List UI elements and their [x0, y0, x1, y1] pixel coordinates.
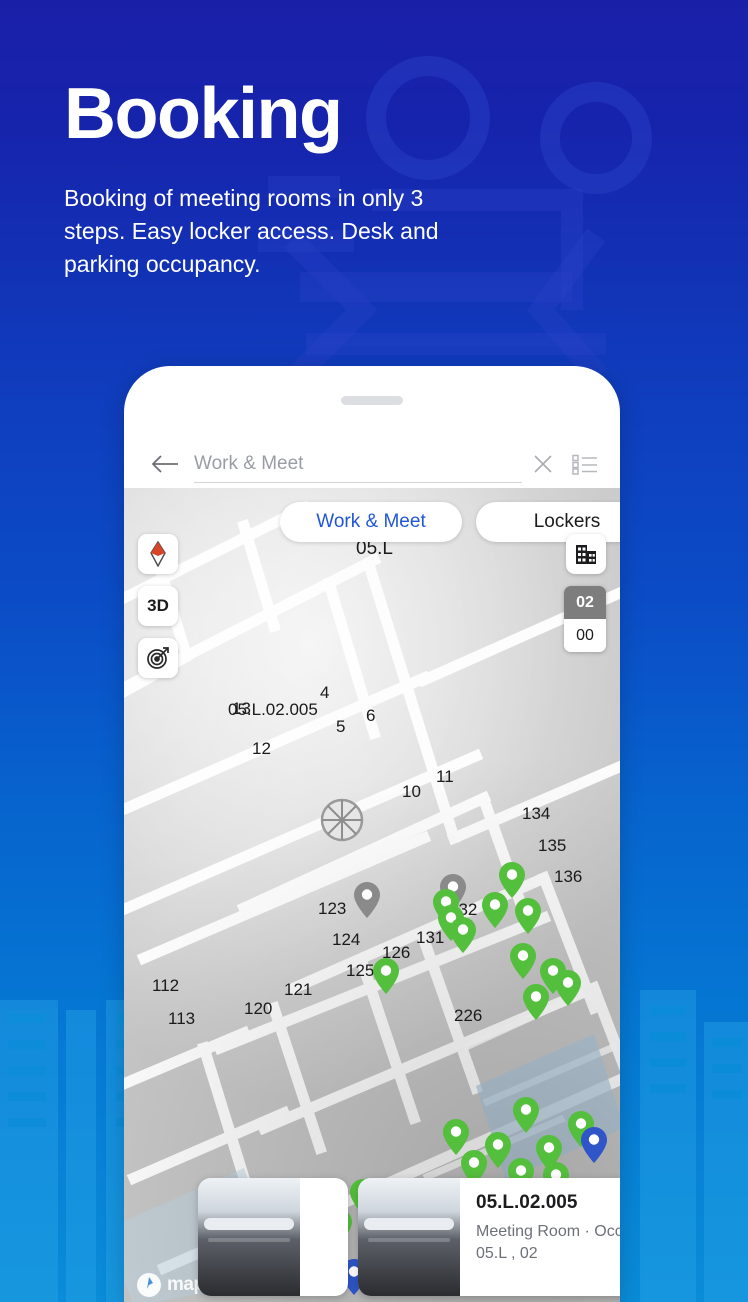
poi-thumbnail	[358, 1178, 460, 1296]
poi-title: 05.L.02.005	[476, 1192, 578, 1213]
close-icon[interactable]	[528, 449, 558, 479]
map-pin-label: 113	[168, 1009, 196, 1028]
poi-card-body: 05.L.02.005 Meeting Room · Occupied 05.L…	[460, 1178, 620, 1296]
map-pin-label: 6	[366, 706, 376, 725]
3d-toggle[interactable]: 3D	[138, 586, 178, 626]
map-pin-label: 10	[402, 782, 421, 801]
compass-icon[interactable]	[138, 534, 178, 574]
floor-option-00[interactable]: 00	[564, 619, 606, 652]
search-input-wrapper[interactable]	[194, 445, 522, 483]
map-pin-free[interactable]	[481, 891, 509, 929]
stairwell-icon	[320, 798, 364, 842]
floor-option-02[interactable]: 02	[564, 586, 606, 619]
poi-card-previous[interactable]	[198, 1178, 348, 1296]
back-arrow-icon[interactable]	[148, 449, 182, 479]
map-pin-occupied[interactable]	[353, 881, 381, 919]
map-pin-label: 11	[436, 767, 454, 786]
phone-speaker-bar	[341, 396, 403, 405]
map-pin-free[interactable]	[514, 897, 542, 935]
map-pin-selected[interactable]	[580, 1126, 608, 1164]
locate-target-icon[interactable]	[138, 638, 178, 678]
page-subtitle: Booking of meeting rooms in only 3 steps…	[64, 185, 439, 277]
poi-thumbnail	[198, 1178, 300, 1296]
poi-subtitle: Meeting Room · Occupied	[476, 1223, 620, 1240]
poi-card-carousel[interactable]: 05.L.02.005 Meeting Room · Occupied 05.L…	[124, 1178, 620, 1302]
map-pin-label: 135	[538, 836, 567, 855]
map-pin-label: 112	[152, 976, 180, 995]
map-pin-label: 123	[318, 899, 347, 918]
phone-mockup: 05.L05.L.02.00506.M.04.059 4561011121311…	[124, 366, 620, 1302]
map-pin-label: 125	[346, 961, 375, 980]
map-pin-free[interactable]	[512, 1096, 540, 1134]
map-controls-left[interactable]: 3D	[138, 534, 178, 678]
list-view-icon[interactable]	[568, 449, 602, 479]
poi-card[interactable]: 05.L.02.005 Meeting Room · Occupied 05.L…	[358, 1178, 620, 1296]
map-pin-label: 121	[284, 980, 313, 999]
map-pin-label: 4	[320, 683, 330, 702]
page-title: Booking	[64, 74, 343, 154]
map-pin-label: 13	[232, 699, 251, 718]
map-pin-label: 136	[554, 867, 583, 886]
map-view[interactable]: 05.L05.L.02.00506.M.04.059 4561011121311…	[124, 488, 620, 1302]
promo-page: Booking Booking of meeting rooms in only…	[0, 0, 748, 1302]
search-input[interactable]	[194, 452, 522, 475]
map-pin-free[interactable]	[449, 916, 477, 954]
map-pin-label: 226	[454, 1006, 483, 1025]
map-controls-right[interactable]: 02 00	[564, 534, 606, 652]
map-pin-label: 124	[332, 930, 361, 949]
map-pin-free[interactable]	[522, 983, 550, 1021]
tab-work-meet[interactable]: Work & Meet	[280, 502, 462, 542]
map-pin-free[interactable]	[554, 969, 582, 1007]
map-pin-label: 12	[252, 739, 271, 758]
map-pin-label: 120	[244, 999, 273, 1018]
search-bar	[124, 442, 620, 486]
map-pin-free[interactable]	[372, 957, 400, 995]
category-tabs[interactable]: Work & Meet Lockers	[124, 502, 620, 542]
map-pin-free[interactable]	[509, 942, 537, 980]
map-pin-label: 134	[522, 804, 551, 823]
hero-section: Booking Booking of meeting rooms in only…	[64, 78, 624, 281]
building-icon[interactable]	[566, 534, 606, 574]
map-pin-label: 5	[336, 717, 346, 736]
floor-selector[interactable]: 02 00	[564, 586, 606, 652]
poi-location: 05.L , 02	[476, 1245, 538, 1262]
